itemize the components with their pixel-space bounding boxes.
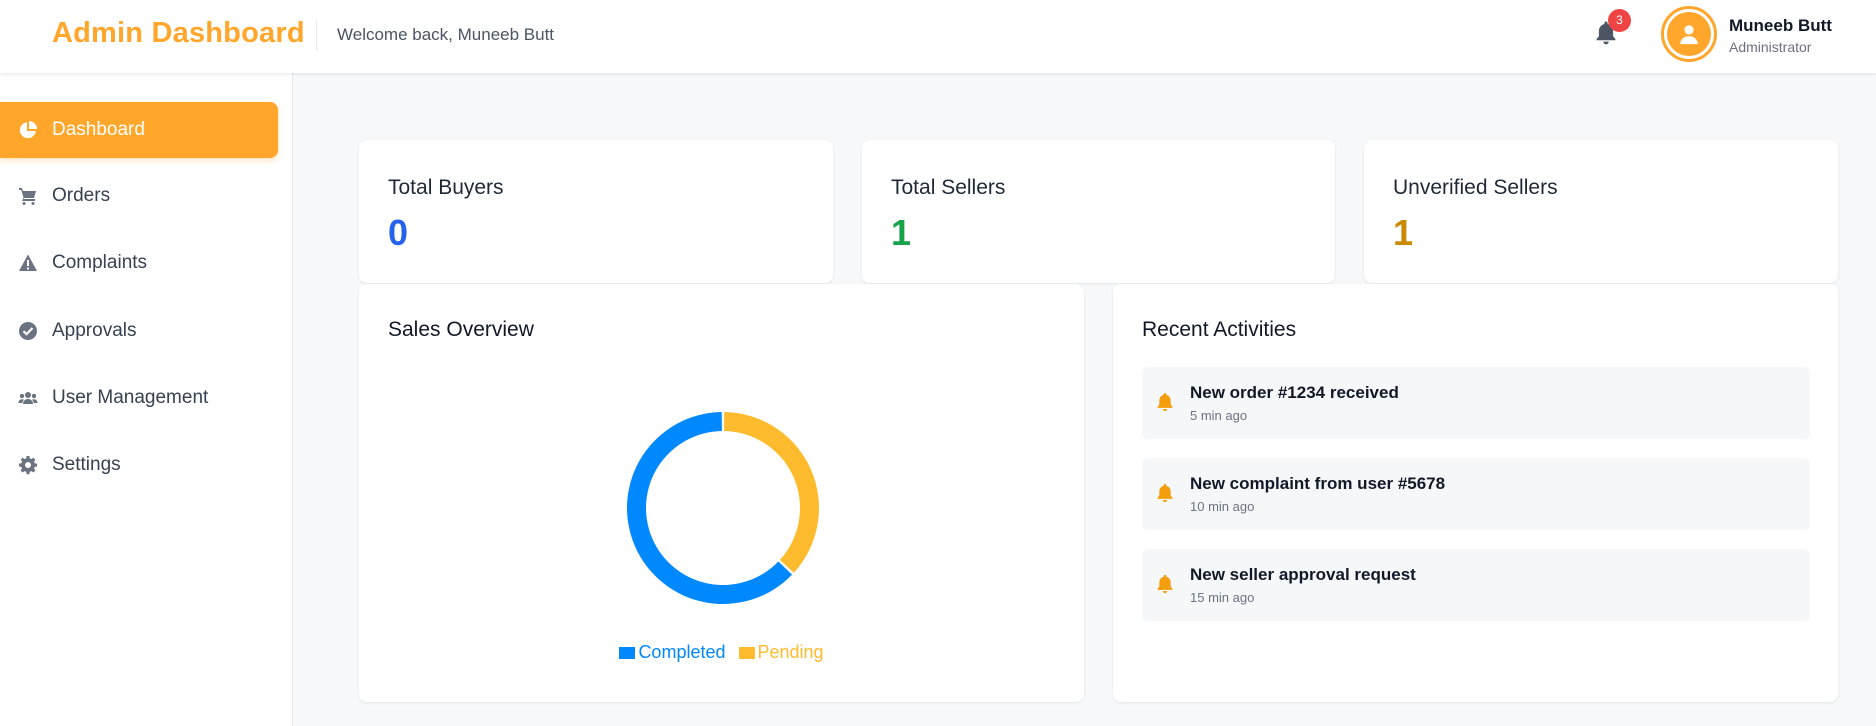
- bell-icon: [1154, 391, 1176, 413]
- sales-overview-title: Sales Overview: [388, 318, 534, 341]
- bell-icon: [1154, 482, 1176, 504]
- stat-title: Unverified Sellers: [1393, 176, 1558, 199]
- activity-item[interactable]: New order #1234 received 5 min ago: [1142, 367, 1810, 439]
- user-name: Muneeb Butt: [1729, 16, 1832, 35]
- gear-icon: [18, 455, 38, 475]
- activity-time: 15 min ago: [1190, 590, 1255, 605]
- user-role: Administrator: [1729, 39, 1812, 55]
- header-divider: [316, 20, 317, 50]
- sidebar-item-label: Settings: [52, 454, 121, 475]
- legend-item-completed[interactable]: Completed: [619, 642, 725, 663]
- app-title: Admin Dashboard: [52, 17, 305, 49]
- check-circle-icon: [18, 321, 38, 341]
- user-icon: [1667, 12, 1711, 56]
- sidebar-item-label: Approvals: [52, 320, 137, 341]
- sidebar-item-label: Orders: [52, 185, 111, 206]
- stat-value: 1: [1393, 212, 1414, 253]
- stat-value: 0: [388, 212, 409, 253]
- legend-item-pending[interactable]: Pending: [738, 642, 824, 663]
- donut-slice-pending[interactable]: [724, 412, 819, 573]
- sidebar-item-label: Dashboard: [52, 119, 145, 140]
- chart-legend: Completed Pending: [359, 642, 1084, 663]
- stat-title: Total Sellers: [891, 176, 1006, 199]
- sidebar-item-complaints[interactable]: Complaints: [0, 235, 278, 291]
- stat-card-total-buyers: Total Buyers 0: [359, 140, 833, 283]
- users-icon: [18, 388, 38, 408]
- bell-icon: [1154, 573, 1176, 595]
- welcome-text: Welcome back, Muneeb Butt: [337, 25, 555, 44]
- activity-item[interactable]: New seller approval request 15 min ago: [1142, 549, 1810, 621]
- recent-activities-card: Recent Activities New order #1234 receiv…: [1113, 284, 1838, 702]
- sidebar-item-label: User Management: [52, 387, 209, 408]
- activity-title: New seller approval request: [1190, 565, 1416, 584]
- sales-donut-chart: [627, 412, 819, 604]
- avatar[interactable]: [1661, 6, 1717, 62]
- sidebar-item-label: Complaints: [52, 252, 148, 273]
- sidebar-item-settings[interactable]: Settings: [0, 437, 278, 493]
- top-header: Admin Dashboard Welcome back, Muneeb But…: [0, 0, 1876, 73]
- notification-badge: 3: [1608, 9, 1631, 32]
- stat-title: Total Buyers: [388, 176, 504, 199]
- sidebar-item-approvals[interactable]: Approvals: [0, 303, 278, 359]
- sidebar-item-dashboard[interactable]: Dashboard: [0, 102, 278, 158]
- legend-label: Completed: [638, 642, 726, 662]
- sales-overview-card: Sales Overview Completed Pending: [359, 284, 1084, 702]
- activity-title: New complaint from user #5678: [1190, 474, 1446, 493]
- legend-swatch: [619, 647, 636, 659]
- sidebar: Dashboard Orders Complaints Approvals Us…: [0, 73, 293, 726]
- sidebar-item-user-management[interactable]: User Management: [0, 370, 278, 426]
- legend-label: Pending: [757, 642, 824, 662]
- recent-activities-title: Recent Activities: [1142, 318, 1297, 341]
- activity-time: 10 min ago: [1190, 499, 1255, 514]
- stat-card-unverified-sellers: Unverified Sellers 1: [1364, 140, 1838, 283]
- warning-icon: [18, 253, 38, 273]
- stat-card-total-sellers: Total Sellers 1: [862, 140, 1335, 283]
- cart-icon: [18, 186, 38, 206]
- pie-chart-icon: [18, 120, 38, 140]
- activity-time: 5 min ago: [1190, 408, 1248, 423]
- activity-item[interactable]: New complaint from user #5678 10 min ago: [1142, 458, 1810, 530]
- stat-value: 1: [891, 212, 912, 253]
- legend-swatch: [738, 647, 755, 659]
- sidebar-item-orders[interactable]: Orders: [0, 168, 278, 224]
- activity-title: New order #1234 received: [1190, 383, 1399, 402]
